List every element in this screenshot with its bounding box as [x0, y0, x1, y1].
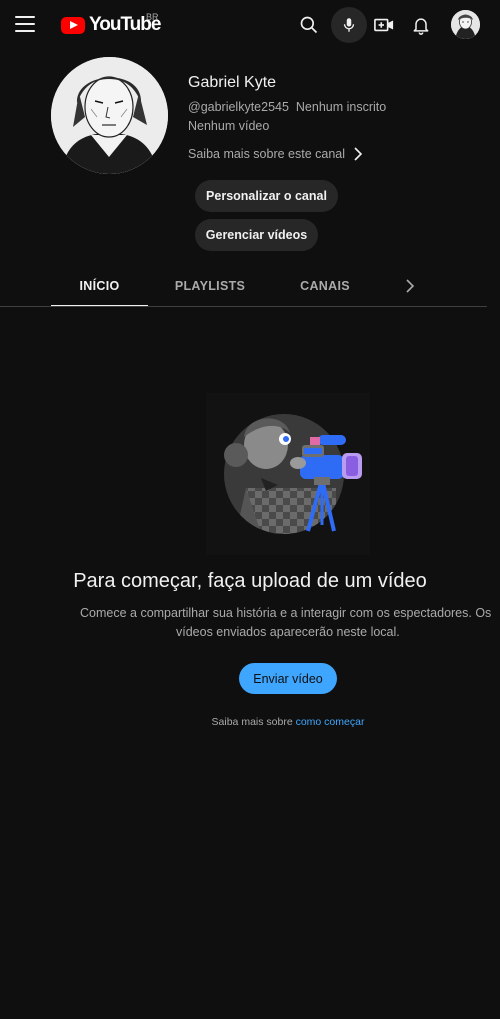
channel-name: Gabriel Kyte	[188, 74, 277, 91]
notifications-bell-icon[interactable]	[409, 13, 433, 37]
tabs-divider	[0, 306, 487, 307]
tab-canais[interactable]: CANAIS	[290, 266, 360, 305]
channel-meta: @gabrielkyte2545 Nenhum inscrito	[188, 100, 386, 114]
video-count: Nenhum vídeo	[188, 119, 270, 133]
empty-state-description: Comece a compartilhar sua história e a i…	[80, 604, 500, 644]
tabs-next-button[interactable]	[397, 266, 423, 305]
subscriber-count: Nenhum inscrito	[295, 100, 387, 114]
customize-channel-button[interactable]: Personalizar o canal	[195, 180, 338, 212]
learn-more-prefix: Saiba mais sobre	[211, 716, 296, 728]
manage-videos-button[interactable]: Gerenciar vídeos	[195, 219, 318, 251]
channel-about-label: Saiba mais sobre este canal	[188, 147, 346, 161]
empty-state-illustration	[206, 393, 370, 555]
empty-state-title: Para começar, faça upload de um vídeo	[73, 570, 427, 592]
create-video-icon[interactable]	[372, 13, 396, 37]
learn-more-text: Saiba mais sobre como começar	[0, 716, 500, 728]
tab-inicio[interactable]: INÍCIO	[51, 266, 148, 307]
chevron-right-icon	[406, 278, 415, 293]
channel-tabs: INÍCIO PLAYLISTS CANAIS	[0, 266, 500, 307]
upload-video-button[interactable]: Enviar vídeo	[239, 663, 337, 694]
channel-about-link[interactable]: Saiba mais sobre este canal	[188, 147, 363, 161]
country-code: BR	[146, 12, 159, 22]
menu-icon[interactable]	[15, 16, 35, 34]
voice-search-button[interactable]	[331, 7, 367, 43]
mic-icon	[343, 18, 355, 32]
description-line-1: Comece a compartilhar sua história e a i…	[80, 606, 492, 620]
channel-avatar[interactable]	[51, 57, 168, 174]
description-line-2: vídeos enviados aparecerão neste local.	[176, 624, 400, 639]
tab-playlists[interactable]: PLAYLISTS	[165, 266, 255, 305]
chevron-right-icon	[354, 147, 363, 161]
play-logo-icon	[61, 16, 85, 34]
top-app-bar: YouTube BR	[0, 0, 500, 50]
channel-handle: @gabrielkyte2545	[188, 100, 289, 114]
account-avatar[interactable]	[451, 10, 480, 39]
getting-started-link[interactable]: como começar	[296, 716, 365, 728]
search-icon[interactable]	[297, 13, 321, 37]
